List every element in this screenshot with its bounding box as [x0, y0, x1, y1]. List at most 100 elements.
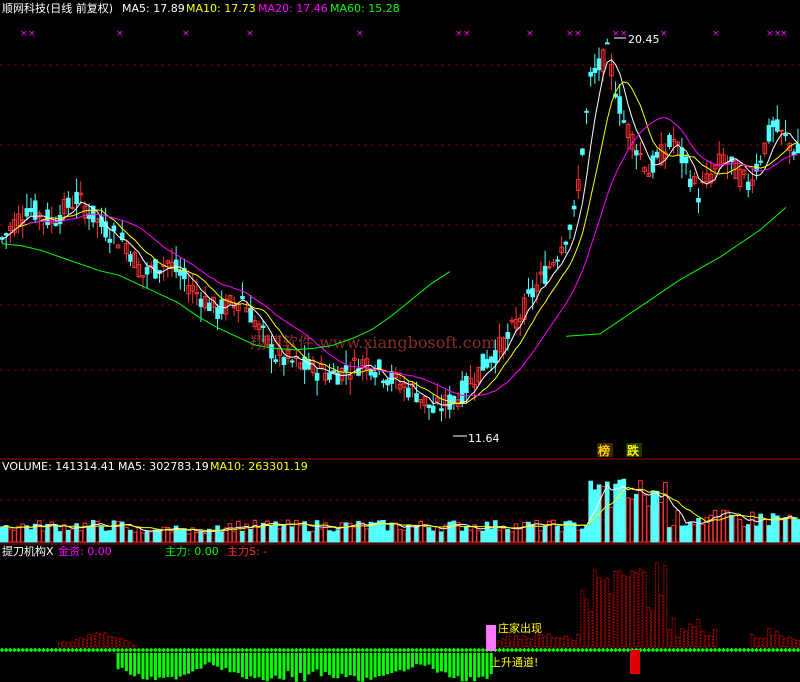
baseline-marker	[273, 647, 278, 653]
fund-bar	[456, 653, 460, 677]
baseline-marker	[422, 647, 428, 653]
volume-bar	[741, 526, 747, 543]
candle-body	[580, 148, 585, 155]
baseline-marker	[318, 647, 324, 653]
baseline-marker	[600, 647, 606, 653]
main-force-bar	[696, 618, 701, 648]
candle-body	[464, 375, 469, 393]
candle-body	[567, 224, 573, 230]
baseline-marker	[775, 647, 780, 653]
fund-bar	[419, 653, 423, 665]
volume-bar	[476, 530, 482, 543]
x-marker: ×	[28, 29, 36, 39]
volume-bar	[57, 531, 63, 543]
volume-bar	[729, 514, 734, 543]
baseline-marker	[443, 647, 448, 653]
main-force-bar	[630, 570, 635, 648]
candle-body	[745, 181, 751, 191]
x-marker: ×	[766, 29, 774, 39]
main-force-bar	[708, 635, 713, 648]
main-force-bar	[551, 637, 556, 648]
baseline-marker	[186, 647, 191, 653]
fund-bar	[253, 653, 257, 679]
baseline-marker	[758, 647, 763, 653]
baseline-marker	[721, 647, 726, 653]
main-force-bar	[82, 638, 87, 648]
fund-bar	[240, 653, 244, 678]
main-force-bar	[758, 637, 763, 648]
volume-bar	[791, 518, 797, 543]
baseline-marker	[447, 647, 453, 653]
candle-body	[451, 395, 457, 404]
volume-bar	[754, 525, 759, 543]
baseline-marker	[136, 647, 142, 653]
candle-body	[555, 259, 560, 262]
baseline-marker	[426, 647, 432, 653]
main-force-bar	[87, 634, 92, 648]
fund-bar	[377, 653, 381, 677]
baseline-marker	[791, 647, 797, 653]
fund-bar	[137, 653, 141, 675]
baseline-marker	[741, 647, 747, 653]
baseline-marker	[526, 647, 531, 653]
baseline-marker	[663, 647, 668, 653]
main-force-bar	[584, 598, 589, 648]
fund-bar	[294, 653, 298, 682]
volume-bar	[269, 525, 274, 543]
volume-bar	[663, 481, 668, 543]
candle-body	[588, 72, 594, 77]
main-force-bar	[66, 642, 71, 648]
volume-bar	[439, 531, 444, 543]
baseline-marker	[584, 647, 589, 653]
candle-body	[314, 372, 320, 381]
volume-bar	[484, 521, 490, 543]
fund-bar	[211, 653, 215, 666]
volume-bar	[418, 520, 424, 543]
main-force-bar	[62, 641, 67, 648]
baseline-marker	[472, 647, 477, 653]
baseline-marker	[124, 647, 129, 653]
fund-bar	[129, 653, 133, 675]
volume-bar	[658, 501, 664, 543]
main-force-bar	[518, 639, 523, 648]
volume-bar	[625, 497, 631, 543]
candle-body	[302, 356, 307, 370]
baseline-marker	[298, 647, 303, 653]
ma5-label: MA5: 17.89	[122, 2, 185, 15]
fund-bar	[427, 653, 431, 665]
volume-bar	[513, 523, 519, 543]
baseline-marker	[207, 647, 212, 653]
baseline-marker	[153, 647, 158, 653]
fund-bar	[361, 653, 365, 682]
volume-bar	[397, 528, 403, 543]
volume-bar	[124, 526, 129, 543]
volume-bar	[327, 530, 332, 543]
volume-bar	[675, 509, 681, 543]
fund-bar	[203, 653, 207, 665]
fund-bar	[207, 653, 211, 663]
volume-bar	[277, 528, 283, 543]
baseline-marker	[754, 647, 759, 653]
baseline-marker	[505, 647, 511, 653]
baseline-marker	[596, 647, 602, 653]
baseline-marker	[339, 647, 345, 653]
fund-bar	[323, 653, 327, 672]
volume-bar	[169, 531, 175, 543]
baseline-marker	[737, 647, 743, 653]
volume-bar	[617, 479, 623, 543]
x-marker: ×	[463, 29, 471, 39]
baseline-marker	[12, 647, 17, 653]
main-force-bar	[779, 635, 784, 648]
fund-bar	[464, 653, 468, 682]
main-force-bar	[572, 639, 577, 648]
baseline-marker	[559, 647, 564, 653]
baseline-marker	[211, 647, 216, 653]
fund-bar	[473, 653, 477, 682]
candle-body	[530, 288, 535, 298]
baseline-marker	[202, 647, 208, 653]
main-force-bar	[787, 636, 792, 648]
main-force-bar	[116, 637, 121, 648]
baseline-marker	[654, 647, 660, 653]
baseline-marker	[567, 647, 573, 653]
volume-bar	[505, 529, 511, 543]
